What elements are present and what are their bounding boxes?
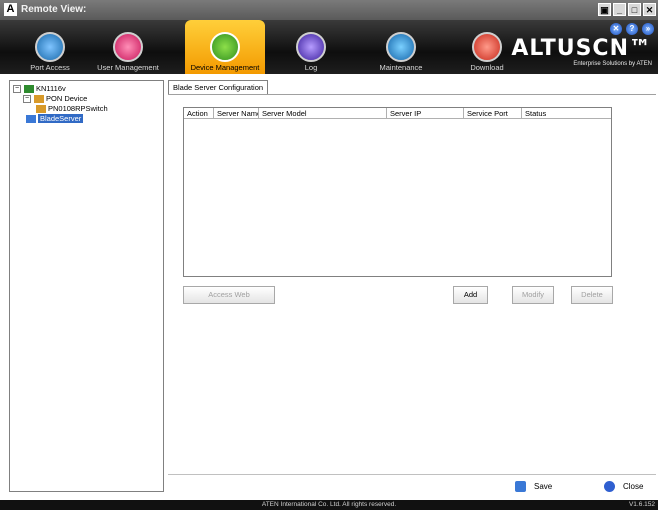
- download-icon: [472, 32, 502, 62]
- maximize-button[interactable]: □: [628, 3, 641, 16]
- nav-user-management[interactable]: User Management: [86, 20, 170, 74]
- close-icon: [604, 481, 615, 492]
- tab-blade-server-configuration[interactable]: Blade Server Configuration: [168, 80, 269, 95]
- tree-node-pon-device-label: PON Device: [46, 94, 88, 103]
- close-button[interactable]: Close: [604, 481, 643, 492]
- title-bar: A Remote View: ▣ _ □ ✕: [0, 0, 658, 20]
- brand-name: ALTUSCN™: [511, 36, 652, 61]
- add-button[interactable]: Add: [453, 286, 488, 304]
- version-text: V1.6.152: [628, 501, 655, 508]
- copyright-text: ATEN International Co. Ltd. All rights r…: [261, 501, 397, 508]
- nav-log[interactable]: Log: [296, 20, 326, 74]
- save-icon: [515, 481, 526, 492]
- save-button[interactable]: Save: [515, 481, 552, 492]
- help-icon[interactable]: ?: [626, 23, 638, 35]
- nav-port-access-label: Port Access: [30, 63, 70, 72]
- column-header[interactable]: Status: [522, 108, 611, 118]
- device-tree: − KN1116v − PON Device PN0108RPSwitch Bl…: [9, 80, 164, 492]
- save-label: Save: [534, 482, 553, 491]
- column-header[interactable]: Server Model: [259, 108, 387, 118]
- nav-port-access[interactable]: Port Access: [20, 20, 80, 74]
- status-bar: ATEN International Co. Ltd. All rights r…: [0, 500, 658, 510]
- nav-user-management-label: User Management: [97, 63, 159, 72]
- tree-node-blade-server[interactable]: BladeServer: [26, 114, 84, 123]
- modify-button[interactable]: Modify: [512, 286, 554, 304]
- maintenance-icon: [386, 32, 416, 62]
- nav-device-management[interactable]: Device Management: [185, 20, 265, 74]
- logout-icon[interactable]: ✕: [610, 23, 622, 35]
- blade-server-icon: [26, 114, 36, 123]
- footer-divider: [168, 474, 656, 475]
- brand-logo: ALTUSCN™ Enterprise Solutions by ATEN: [511, 36, 652, 68]
- pon-switch-icon: [36, 104, 46, 113]
- access-web-button[interactable]: Access Web: [183, 286, 275, 304]
- tree-node-root[interactable]: − KN1116v: [13, 84, 66, 93]
- tree-node-root-label: KN1116v: [36, 84, 66, 93]
- table-header: Action Server Name Server Model Server I…: [184, 108, 611, 119]
- window-title: Remote View:: [21, 4, 87, 15]
- nav-download[interactable]: Download: [462, 20, 512, 74]
- nav-device-management-label: Device Management: [190, 63, 260, 72]
- close-window-button[interactable]: ✕: [643, 3, 656, 16]
- tree-node-pon-device[interactable]: − PON Device: [23, 94, 87, 103]
- tree-node-pon-switch[interactable]: PN0108RPSwitch: [36, 104, 108, 113]
- nav-download-label: Download: [470, 63, 504, 72]
- device-management-icon: [210, 32, 240, 62]
- tree-node-pon-switch-label: PN0108RPSwitch: [48, 104, 108, 113]
- tree-node-blade-server-label: BladeServer: [38, 114, 84, 123]
- minimize-button[interactable]: _: [613, 3, 626, 16]
- column-header[interactable]: Service Port: [464, 108, 522, 118]
- nav-log-label: Log: [304, 63, 318, 72]
- collapse-icon[interactable]: −: [23, 94, 31, 103]
- close-label: Close: [623, 482, 644, 491]
- column-header[interactable]: Server IP: [387, 108, 464, 118]
- column-header[interactable]: Action: [184, 108, 214, 118]
- screen-icon-button[interactable]: ▣: [598, 3, 611, 16]
- switch-icon: [24, 84, 34, 93]
- delete-button[interactable]: Delete: [571, 286, 613, 304]
- info-icon[interactable]: »: [642, 23, 654, 35]
- user-management-icon: [113, 32, 143, 62]
- app-icon: A: [4, 3, 17, 16]
- log-icon: [296, 32, 326, 62]
- collapse-icon[interactable]: −: [13, 84, 21, 93]
- port-access-icon: [35, 32, 65, 62]
- pon-device-icon: [34, 94, 44, 103]
- column-header[interactable]: Server Name: [214, 108, 259, 118]
- brand-tagline: Enterprise Solutions by ATEN: [573, 61, 652, 67]
- main-toolbar: Port Access User Management Device Manag…: [0, 20, 658, 74]
- nav-maintenance-label: Maintenance: [379, 63, 423, 72]
- tab-divider: [168, 94, 656, 95]
- nav-maintenance[interactable]: Maintenance: [373, 20, 429, 74]
- blade-server-table[interactable]: Action Server Name Server Model Server I…: [183, 107, 612, 277]
